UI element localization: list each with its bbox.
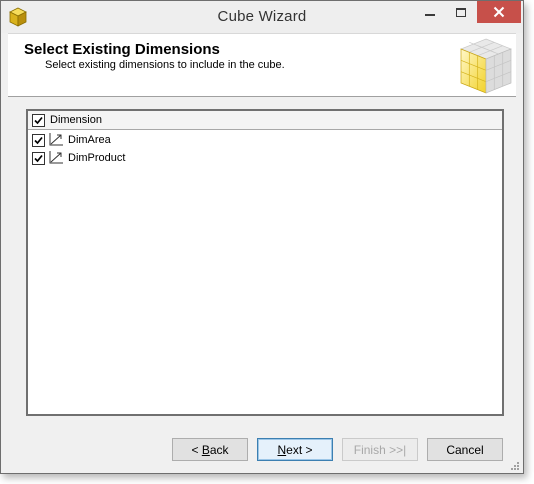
- dimension-row[interactable]: DimArea: [28, 131, 502, 148]
- dimension-icon: [49, 133, 63, 146]
- checkmark-icon: [34, 136, 43, 145]
- next-button[interactable]: Next >: [257, 438, 333, 461]
- dimension-name: DimArea: [68, 134, 111, 146]
- column-header-label: Dimension: [50, 114, 102, 126]
- minimize-button[interactable]: [413, 1, 447, 23]
- title-bar[interactable]: Cube Wizard: [1, 1, 523, 33]
- wizard-header: Select Existing Dimensions Select existi…: [8, 33, 516, 97]
- close-icon: [493, 6, 505, 18]
- dimension-icon: [49, 151, 63, 164]
- page-title: Select Existing Dimensions: [24, 41, 220, 58]
- finish-button[interactable]: Finish >>|: [342, 438, 418, 461]
- minimize-icon: [425, 14, 435, 16]
- dimension-grid[interactable]: Dimension DimArea DimProduct: [26, 109, 504, 416]
- grid-column-header[interactable]: Dimension: [28, 111, 502, 130]
- maximize-button[interactable]: [448, 1, 476, 23]
- row-checkbox[interactable]: [32, 152, 45, 165]
- back-button[interactable]: < Back: [172, 438, 248, 461]
- dimension-row[interactable]: DimProduct: [28, 149, 502, 166]
- checkmark-icon: [34, 154, 43, 163]
- cube-graphic-icon: [460, 38, 512, 94]
- row-checkbox[interactable]: [32, 134, 45, 147]
- resize-grip-icon[interactable]: [510, 461, 520, 471]
- page-subtitle: Select existing dimensions to include in…: [45, 59, 285, 71]
- close-button[interactable]: [477, 1, 521, 23]
- dimension-name: DimProduct: [68, 152, 126, 164]
- select-all-checkbox[interactable]: [32, 114, 45, 127]
- maximize-icon: [456, 8, 466, 17]
- cube-wizard-window: Cube Wizard Select Existing Dimensions S…: [0, 0, 524, 474]
- cancel-button[interactable]: Cancel: [427, 438, 503, 461]
- checkmark-icon: [34, 116, 43, 125]
